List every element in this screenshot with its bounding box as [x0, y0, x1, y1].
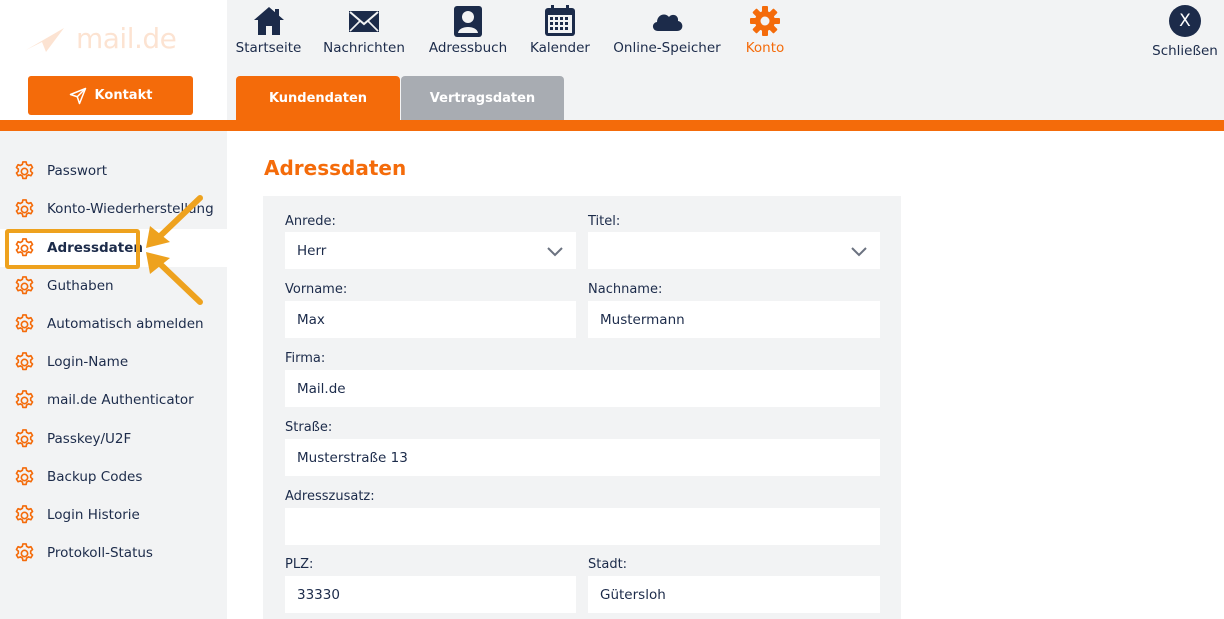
- gear-icon: [15, 466, 34, 485]
- plz-field[interactable]: 33330: [285, 576, 576, 613]
- paper-plane-icon: [69, 87, 86, 104]
- nav-kalender[interactable]: Kalender: [529, 0, 591, 62]
- gear-icon: [15, 504, 34, 523]
- sidebar-item-passkey[interactable]: Passkey/U2F: [0, 420, 227, 458]
- close-label: Schließen: [1152, 43, 1218, 59]
- sidebar-item-konto-wiederherstellung[interactable]: Konto-Wiederherstellung: [0, 190, 227, 228]
- gear-icon: [15, 313, 34, 332]
- adresszusatz-label: Adresszusatz:: [285, 489, 375, 504]
- kontakt-button[interactable]: Kontakt: [28, 76, 193, 115]
- sidebar-item-login-name[interactable]: Login-Name: [0, 343, 227, 381]
- plz-label: PLZ:: [285, 557, 314, 572]
- firma-field[interactable]: Mail.de: [285, 370, 880, 407]
- gear-icon: [15, 237, 34, 256]
- sidebar-item-label: Automatisch abmelden: [47, 316, 204, 332]
- nachname-field[interactable]: Mustermann: [588, 301, 880, 338]
- logo-text: mail.de: [76, 22, 177, 55]
- home-icon: [253, 7, 284, 35]
- sidebar-item-passwort[interactable]: Passwort: [0, 152, 227, 190]
- sidebar-item-label: Protokoll-Status: [47, 545, 153, 561]
- gear-icon: [15, 351, 34, 370]
- sidebar-item-label: Passkey/U2F: [47, 431, 132, 447]
- anrede-value: Herr: [297, 242, 327, 259]
- gear-icon: [15, 275, 34, 294]
- tab-vertragsdaten[interactable]: Vertragsdaten: [401, 76, 564, 120]
- main-content: Adressdaten Anrede: Herr Titel: Vorname:…: [227, 131, 1224, 619]
- sidebar-item-automatisch-abmelden[interactable]: Automatisch abmelden: [0, 305, 227, 343]
- logo-area: mail.de Kontakt: [0, 0, 227, 120]
- titel-select[interactable]: [588, 232, 880, 269]
- gear-icon: [15, 389, 34, 408]
- stadt-label: Stadt:: [588, 557, 628, 572]
- logo: mail.de: [24, 22, 177, 55]
- stadt-field[interactable]: Gütersloh: [588, 576, 880, 613]
- nav-label: Online-Speicher: [613, 40, 721, 56]
- sidebar-item-label: mail.de Authenticator: [47, 392, 194, 408]
- sidebar-item-authenticator[interactable]: mail.de Authenticator: [0, 381, 227, 419]
- close-button[interactable]: X Schließen: [1152, 5, 1218, 59]
- cloud-icon: [652, 14, 683, 31]
- gear-icon: [15, 542, 34, 561]
- contact-book-icon: [454, 6, 482, 37]
- firma-label: Firma:: [285, 351, 326, 366]
- chevron-down-icon: [851, 246, 867, 256]
- nav-label: Adressbuch: [428, 40, 508, 56]
- sidebar-item-label: Login Historie: [47, 507, 140, 523]
- sidebar-item-adressdaten[interactable]: Adressdaten: [0, 229, 227, 267]
- gear-icon: [15, 428, 34, 447]
- vorname-field[interactable]: Max: [285, 301, 576, 338]
- gear-icon: [750, 6, 780, 36]
- tab-kundendaten[interactable]: Kundendaten: [236, 76, 400, 120]
- nav-label: Konto: [745, 40, 785, 56]
- nav-adressbuch[interactable]: Adressbuch: [427, 0, 509, 62]
- sidebar-item-protokoll-status[interactable]: Protokoll-Status: [0, 534, 227, 572]
- chevron-down-icon: [547, 246, 563, 256]
- calendar-icon: [545, 5, 575, 36]
- gear-icon: [15, 160, 34, 179]
- gear-icon: [15, 198, 34, 217]
- sidebar-item-label: Konto-Wiederherstellung: [47, 201, 214, 217]
- tab-divider-bar: [0, 120, 1224, 131]
- envelope-icon: [349, 11, 379, 32]
- address-form: Anrede: Herr Titel: Vorname: Max Nachnam…: [263, 196, 901, 619]
- strasse-field[interactable]: Musterstraße 13: [285, 439, 880, 476]
- nav-online-speicher[interactable]: Online-Speicher: [612, 0, 722, 62]
- nav-konto[interactable]: Konto: [744, 0, 786, 62]
- sidebar-item-login-historie[interactable]: Login Historie: [0, 496, 227, 534]
- sidebar: Passwort Konto-Wiederherstellung Adressd…: [0, 131, 227, 619]
- sidebar-item-guthaben[interactable]: Guthaben: [0, 267, 227, 305]
- sidebar-item-label: Passwort: [47, 163, 108, 179]
- sidebar-item-label: Adressdaten: [47, 240, 143, 256]
- vorname-label: Vorname:: [285, 282, 348, 297]
- titel-label: Titel:: [588, 214, 621, 229]
- close-icon: X: [1169, 5, 1201, 37]
- strasse-label: Straße:: [285, 420, 333, 435]
- anrede-select[interactable]: Herr: [285, 232, 576, 269]
- nav-label: Kalender: [530, 40, 590, 56]
- sidebar-item-label: Guthaben: [47, 278, 114, 294]
- nachname-label: Nachname:: [588, 282, 663, 297]
- logo-icon: [26, 27, 64, 52]
- kontakt-label: Kontakt: [94, 88, 153, 103]
- anrede-label: Anrede:: [285, 214, 336, 229]
- nav-label: Nachrichten: [323, 40, 405, 56]
- nav-label: Startseite: [235, 40, 302, 56]
- nav-startseite[interactable]: Startseite: [235, 0, 302, 62]
- sidebar-item-label: Backup Codes: [47, 469, 143, 485]
- sidebar-item-label: Login-Name: [47, 354, 129, 370]
- top-bar: Startseite Nachrichten Adressbuch Kalend…: [227, 0, 1224, 120]
- page-title: Adressdaten: [264, 156, 407, 180]
- adresszusatz-field[interactable]: [285, 508, 880, 545]
- nav-nachrichten[interactable]: Nachrichten: [323, 0, 405, 62]
- sidebar-item-backup-codes[interactable]: Backup Codes: [0, 458, 227, 496]
